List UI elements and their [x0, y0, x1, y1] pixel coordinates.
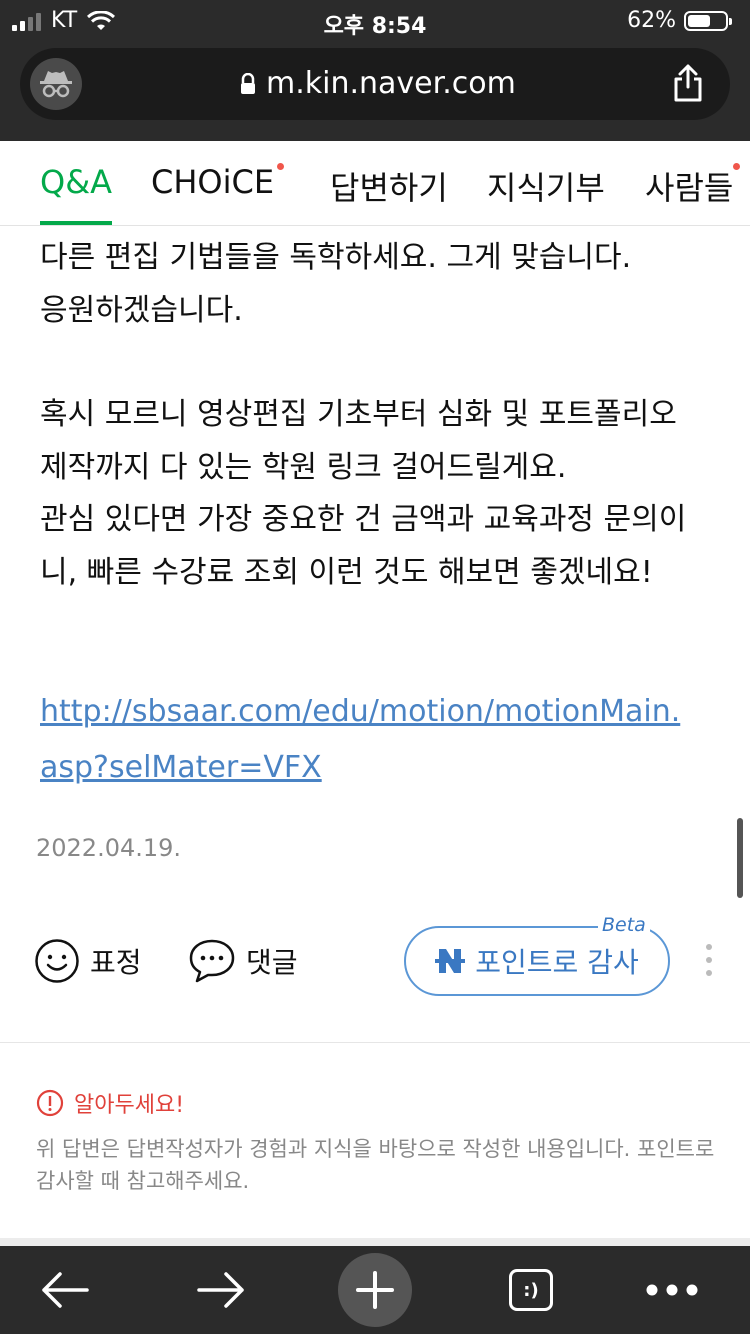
thank-with-points-button[interactable]: 포인트로 감사 [404, 926, 670, 996]
section-divider [0, 1238, 750, 1246]
emotion-button[interactable]: 표정 [34, 938, 142, 984]
smile-icon [35, 939, 79, 983]
answer-line: 혹시 모르니 영상편집 기초부터 심화 및 포트폴리오 [40, 397, 677, 432]
comment-label: 댓글 [246, 946, 298, 979]
scrollbar-thumb[interactable] [737, 818, 743, 898]
tabs-icon[interactable]: :) [505, 1246, 557, 1334]
tabs-icon-frame: :) [509, 1269, 553, 1311]
comment-bubble-icon [189, 939, 235, 983]
answer-date: 2022.04.19. [36, 834, 182, 862]
more-options-icon[interactable] [706, 944, 712, 976]
active-tab-indicator [40, 221, 112, 225]
status-bar: KT 오후 8:54 62% [0, 0, 750, 42]
tab-donation-label: 지식기부 [487, 169, 605, 207]
answer-line: 다른 편집 기법들을 독학하세요. 그게 맞습니다. [40, 240, 632, 275]
forward-icon[interactable] [186, 1246, 256, 1334]
tab-choice[interactable]: CHOiCE [151, 163, 285, 201]
address-bar[interactable]: m.kin.naver.com [20, 48, 730, 120]
link-line: asp?selMater=VFX [40, 750, 322, 785]
beta-badge: Beta [598, 914, 650, 936]
share-icon[interactable] [672, 63, 704, 107]
tab-answer-label: 답변하기 [330, 169, 448, 207]
more-menu-icon[interactable] [642, 1246, 702, 1334]
answer-line: 니, 빠른 수강료 조회 이런 것도 해보면 좋겠네요! [40, 554, 653, 590]
lock-icon [241, 72, 255, 94]
notice-box: 알아두세요! 위 답변은 답변작성자가 경험과 지식을 바탕으로 작성한 내용입… [0, 1042, 750, 1239]
answer-line: 제작까지 다 있는 학원 링크 걸어드릴게요. [40, 449, 567, 485]
naver-n-icon [435, 949, 466, 973]
tab-choice-label: CHOiCE [151, 163, 275, 201]
category-tabs: Q&A CHOiCE 답변하기 지식기부 사람들 [0, 141, 750, 226]
tab-answer[interactable]: 답변하기 [330, 163, 448, 209]
academy-link[interactable]: http://sbsaar.com/edu/motion/motionMain.… [40, 684, 680, 796]
answer-body: 다른 편집 기법들을 독학하세요. 그게 맞습니다. 응원하겠습니다. 혹시 모… [40, 232, 720, 599]
incognito-icon[interactable] [30, 58, 82, 110]
tab-people[interactable]: 사람들 [645, 163, 741, 209]
browser-chrome: KT 오후 8:54 62% m.kin.naver.com [0, 0, 750, 141]
browser-toolbar: :) [0, 1246, 750, 1334]
notice-title: 알아두세요! [36, 1087, 184, 1119]
battery-percent: 62% [627, 8, 676, 33]
emotion-label: 표정 [90, 946, 142, 979]
link-line: http://sbsaar.com/edu/motion/motionMain. [40, 694, 681, 729]
notice-body: 위 답변은 답변작성자가 경험과 지식을 바탕으로 작성한 내용입니다. 포인트… [36, 1137, 715, 1193]
tab-donation[interactable]: 지식기부 [487, 163, 605, 209]
new-tab-button[interactable] [338, 1246, 412, 1334]
point-button-label: 포인트로 감사 [475, 946, 639, 979]
alert-icon [36, 1089, 64, 1117]
new-dot-badge [733, 163, 741, 170]
tab-qna[interactable]: Q&A [40, 163, 112, 201]
answer-line: 응원하겠습니다. [40, 292, 243, 328]
new-dot-badge [277, 163, 285, 170]
url-display[interactable]: m.kin.naver.com [240, 66, 516, 101]
notice-title-text: 알아두세요! [74, 1093, 185, 1118]
comment-button[interactable]: 댓글 [188, 938, 298, 984]
plus-icon [338, 1253, 412, 1327]
answer-line: 관심 있다면 가장 중요한 건 금액과 교육과정 문의이 [40, 502, 687, 537]
tab-people-label: 사람들 [645, 169, 734, 207]
tab-qna-label: Q&A [40, 163, 113, 201]
url-text: m.kin.naver.com [266, 66, 516, 101]
battery-icon [684, 10, 732, 31]
back-icon[interactable] [30, 1246, 100, 1334]
